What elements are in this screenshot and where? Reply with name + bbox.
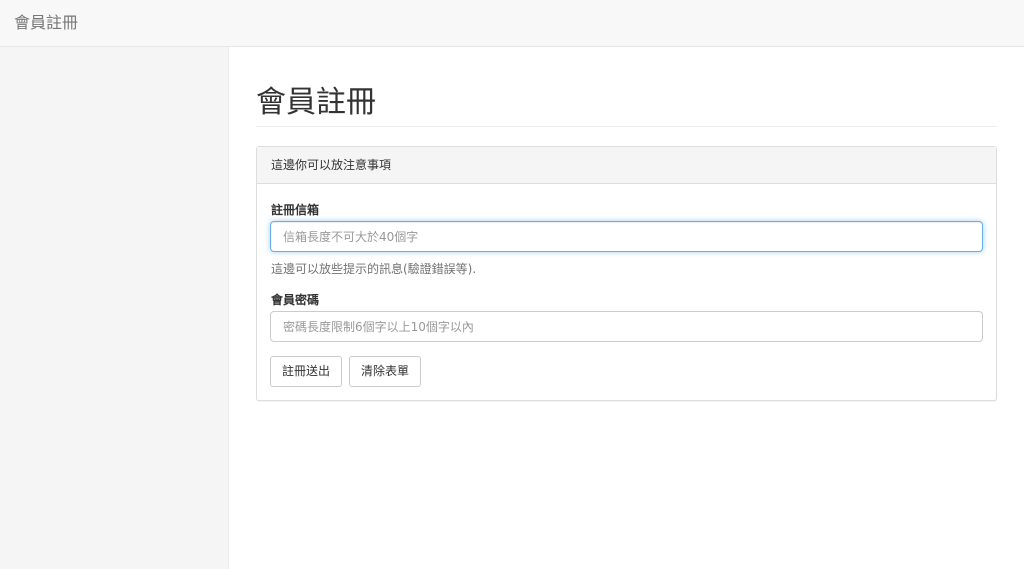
sidebar [0, 47, 229, 569]
main-content: 會員註冊 這邊你可以放注意事項 註冊信箱 這邊可以放些提示的訊息(驗證錯誤等).… [229, 47, 1024, 569]
email-field[interactable] [270, 221, 983, 252]
page-header: 會員註冊 [256, 85, 997, 127]
reset-button[interactable]: 清除表單 [349, 356, 422, 387]
page-title: 會員註冊 [256, 85, 376, 120]
navbar: 會員註冊 [0, 0, 1024, 47]
registration-panel: 這邊你可以放注意事項 註冊信箱 這邊可以放些提示的訊息(驗證錯誤等). 會員密碼… [256, 146, 997, 401]
submit-button[interactable]: 註冊送出 [270, 356, 343, 387]
password-field[interactable] [270, 311, 983, 342]
email-help-text: 這邊可以放些提示的訊息(驗證錯誤等). [271, 262, 477, 276]
navbar-brand[interactable]: 會員註冊 [14, 13, 78, 33]
email-label: 註冊信箱 [271, 203, 320, 217]
panel-heading: 這邊你可以放注意事項 [257, 147, 996, 184]
password-label: 會員密碼 [271, 293, 320, 307]
